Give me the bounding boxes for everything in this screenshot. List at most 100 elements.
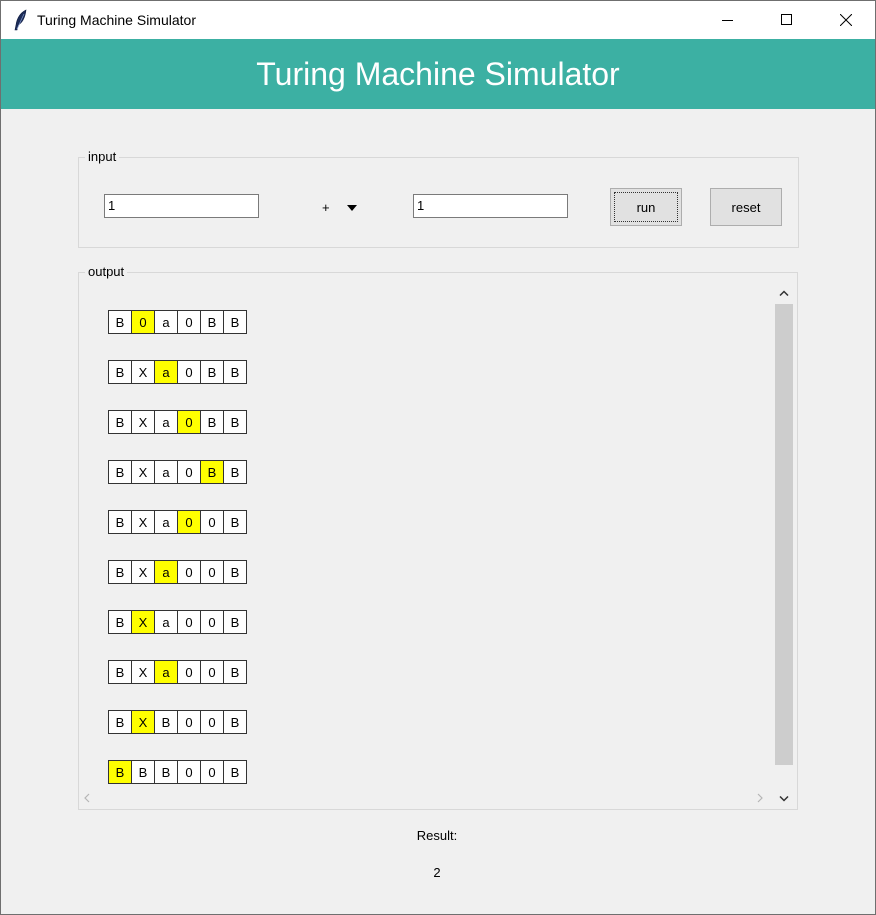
tape-cell: B xyxy=(131,760,155,784)
maximize-icon xyxy=(781,14,792,25)
tape-cell: B xyxy=(108,660,132,684)
tape-head-cell: 0 xyxy=(177,410,201,434)
tape-cell: B xyxy=(223,610,247,634)
operand-a-input[interactable]: 1 xyxy=(104,194,259,218)
caret-down-icon xyxy=(347,205,357,211)
tape-cell: 0 xyxy=(200,510,224,534)
tape-head-cell: X xyxy=(131,710,155,734)
tape-cell: B xyxy=(154,710,178,734)
tape-cell: a xyxy=(154,610,178,634)
tape-cell: B xyxy=(200,410,224,434)
tape-row: BXa0BB xyxy=(108,410,247,434)
scroll-up-button[interactable] xyxy=(774,283,794,303)
operator-label: + xyxy=(322,200,330,215)
chevron-down-icon xyxy=(779,796,789,802)
close-icon xyxy=(840,14,852,26)
tape-row: BXa00B xyxy=(108,660,247,684)
maximize-button[interactable] xyxy=(758,1,816,39)
operator-dropdown[interactable]: + xyxy=(317,199,363,217)
title-bar: Turing Machine Simulator xyxy=(1,1,875,39)
tape-cell: 0 xyxy=(177,710,201,734)
tape-head-cell: B xyxy=(200,460,224,484)
tape-cell: B xyxy=(223,460,247,484)
tape-cell: B xyxy=(223,660,247,684)
tape-head-cell: a xyxy=(154,560,178,584)
feather-icon xyxy=(14,9,27,31)
chevron-left-icon[interactable] xyxy=(84,793,90,803)
close-button[interactable] xyxy=(817,1,875,39)
tape-head-cell: a xyxy=(154,360,178,384)
input-legend: input xyxy=(85,149,120,165)
tape-cell: 0 xyxy=(177,660,201,684)
scroll-down-button[interactable] xyxy=(774,788,794,808)
tape-cell: B xyxy=(108,710,132,734)
tape-cell: B xyxy=(223,410,247,434)
output-legend: output xyxy=(85,264,128,280)
tape-cell: B xyxy=(223,360,247,384)
tape-row: BBB00B xyxy=(108,760,247,784)
tape-row: B0a0BB xyxy=(108,310,247,334)
banner-title: Turing Machine Simulator xyxy=(256,55,620,92)
tape-cell: B xyxy=(223,710,247,734)
tape-cell: a xyxy=(154,460,178,484)
run-button-label: run xyxy=(636,199,656,215)
tape-row: BXa00B xyxy=(108,510,247,534)
scroll-thumb[interactable] xyxy=(775,304,793,765)
tape-cell: X xyxy=(131,360,155,384)
tape-cell: B xyxy=(108,510,132,534)
tape-cell: a xyxy=(154,310,178,334)
window-title: Turing Machine Simulator xyxy=(37,12,196,28)
tape-head-cell: X xyxy=(131,610,155,634)
tape-row: BXB00B xyxy=(108,710,247,734)
tape-cell: B xyxy=(154,760,178,784)
tape-head-cell: 0 xyxy=(177,510,201,534)
horizontal-scrollbar[interactable] xyxy=(79,788,774,808)
tape-row: BXa0BB xyxy=(108,460,247,484)
reset-button-label: reset xyxy=(731,199,761,215)
result-value: 2 xyxy=(433,865,441,880)
tape-cell: X xyxy=(131,410,155,434)
tape-cell: 0 xyxy=(177,610,201,634)
tape-cell: X xyxy=(131,460,155,484)
tape-cell: 0 xyxy=(177,460,201,484)
vertical-scrollbar[interactable] xyxy=(774,283,794,808)
tape-cell: B xyxy=(108,560,132,584)
tape-cell: 0 xyxy=(200,710,224,734)
tape-cell: B xyxy=(108,310,132,334)
tape-cell: B xyxy=(108,610,132,634)
tape-cell: X xyxy=(131,660,155,684)
reset-button[interactable]: reset xyxy=(710,188,782,226)
tape-cell: B xyxy=(108,360,132,384)
app-banner: Turing Machine Simulator xyxy=(1,39,875,109)
tape-cell: B xyxy=(200,310,224,334)
run-button[interactable]: run xyxy=(610,188,682,226)
minimize-button[interactable] xyxy=(699,1,757,39)
tape-cell: 0 xyxy=(177,760,201,784)
tape-cell: a xyxy=(154,410,178,434)
tape-cell: B xyxy=(108,410,132,434)
minimize-icon xyxy=(722,20,733,21)
operand-b-input[interactable]: 1 xyxy=(413,194,568,218)
tape-cell: 0 xyxy=(177,360,201,384)
tape-cell: 0 xyxy=(200,560,224,584)
tape-cell: B xyxy=(223,760,247,784)
tape-cell: B xyxy=(223,510,247,534)
tape-cell: a xyxy=(154,510,178,534)
tape-cell: B xyxy=(200,360,224,384)
tape-cell: 0 xyxy=(200,610,224,634)
tape-cell: 0 xyxy=(177,560,201,584)
tape-head-cell: a xyxy=(154,660,178,684)
tape-row: BXa00B xyxy=(108,560,247,584)
tape-cell: X xyxy=(131,560,155,584)
tape-cell: 0 xyxy=(177,310,201,334)
chevron-up-icon xyxy=(779,290,789,296)
tape-head-cell: 0 xyxy=(131,310,155,334)
tape-head-cell: B xyxy=(108,760,132,784)
tape-cell: B xyxy=(223,310,247,334)
result-label: Result: xyxy=(416,828,458,843)
tape-row: BXa0BB xyxy=(108,360,247,384)
tape-history-canvas: B0a0BBBXa0BBBXa0BBBXa0BBBXa00BBXa00BBXa0… xyxy=(79,283,773,786)
chevron-right-icon[interactable] xyxy=(757,793,763,803)
tape-cell: B xyxy=(108,460,132,484)
tape-cell: 0 xyxy=(200,760,224,784)
